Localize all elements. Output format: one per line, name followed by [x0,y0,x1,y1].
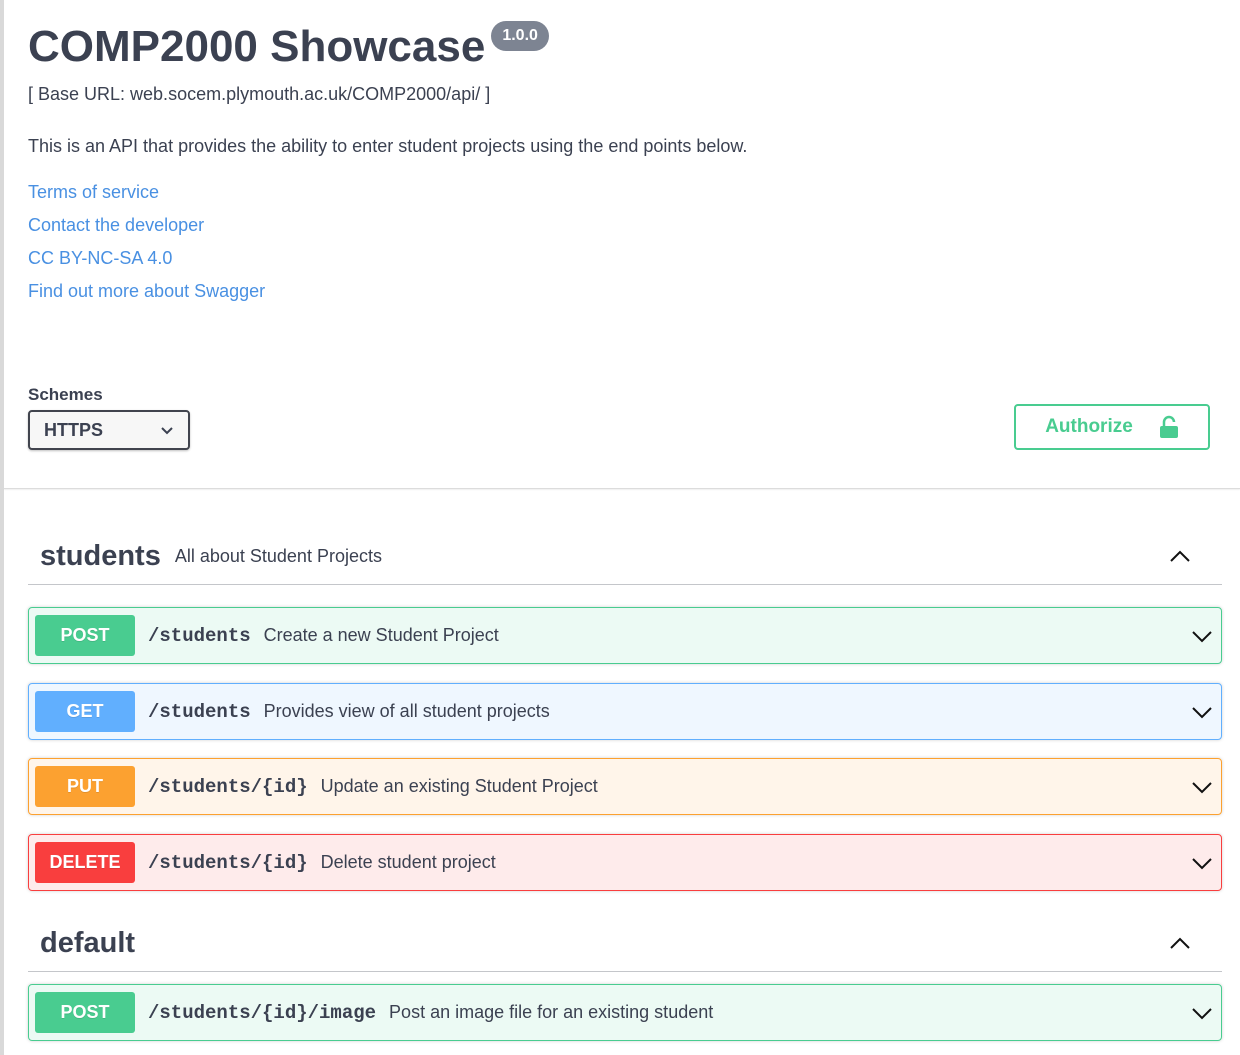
operation-summary: Post an image file for an existing stude… [389,1002,714,1022]
chevron-up-icon[interactable] [1168,546,1192,566]
schemes-selected-value: HTTPS [44,419,104,440]
tag-default[interactable]: default [28,915,1222,972]
method-badge: DELETE [35,842,135,883]
tag-name: students [40,539,161,572]
schemes-select[interactable]: HTTPS [28,410,190,450]
chevron-up-icon[interactable] [1168,933,1192,953]
version-badge: 1.0.0 [491,21,549,51]
operation-summary: Delete student project [320,852,496,872]
authorize-label: Authorize [1045,416,1133,437]
authorize-button[interactable]: Authorize [1014,404,1210,450]
operation-path: /students/{id}/image [148,1001,377,1024]
terms-of-service-link[interactable]: Terms of service [28,176,1220,209]
info-links: Terms of service Contact the developer C… [28,176,1220,308]
title-row: COMP2000 Showcase 1.0.0 [28,18,1220,76]
license-link[interactable]: CC BY-NC-SA 4.0 [28,242,1220,275]
operation-summary: Provides view of all student projects [263,701,550,721]
base-url: [ Base URL: web.socem.plymouth.ac.uk/COM… [28,84,491,104]
swagger-info-link[interactable]: Find out more about Swagger [28,275,1220,308]
lock-icon [1159,415,1178,438]
chevron-down-icon[interactable] [1191,1003,1213,1023]
page-title: COMP2000 Showcase [28,22,486,71]
api-description: This is an API that provides the ability… [28,136,748,156]
chevron-down-icon [161,427,173,435]
operation-post-student-image[interactable]: POST /students/{id}/image Post an image … [28,984,1222,1041]
operation-summary: Update an existing Student Project [320,776,598,796]
contact-developer-link[interactable]: Contact the developer [28,209,1220,242]
operation-path: /students/{id} [148,851,308,874]
operation-delete-student[interactable]: DELETE /students/{id} Delete student pro… [28,834,1222,891]
method-badge: PUT [35,766,135,807]
tag-description: All about Student Projects [174,545,382,566]
chevron-down-icon[interactable] [1191,777,1213,797]
chevron-down-icon[interactable] [1191,702,1213,722]
operation-path: /students/{id} [148,775,308,798]
operation-path: /students [148,624,251,647]
method-badge: POST [35,992,135,1033]
method-badge: POST [35,615,135,656]
operation-post-students[interactable]: POST /students Create a new Student Proj… [28,607,1222,664]
operation-path: /students [148,700,251,723]
operation-put-student[interactable]: PUT /students/{id} Update an existing St… [28,758,1222,815]
chevron-down-icon[interactable] [1191,626,1213,646]
api-info: COMP2000 Showcase 1.0.0 [ Base URL: web.… [28,18,1220,308]
schemes-label: Schemes [28,385,103,404]
tag-name: default [40,926,136,959]
operation-get-students[interactable]: GET /students Provides view of all stude… [28,683,1222,740]
method-badge: GET [35,691,135,732]
tag-students[interactable]: students All about Student Projects [28,528,1222,585]
chevron-down-icon[interactable] [1191,853,1213,873]
section-divider [4,488,1240,489]
operation-summary: Create a new Student Project [263,625,499,645]
